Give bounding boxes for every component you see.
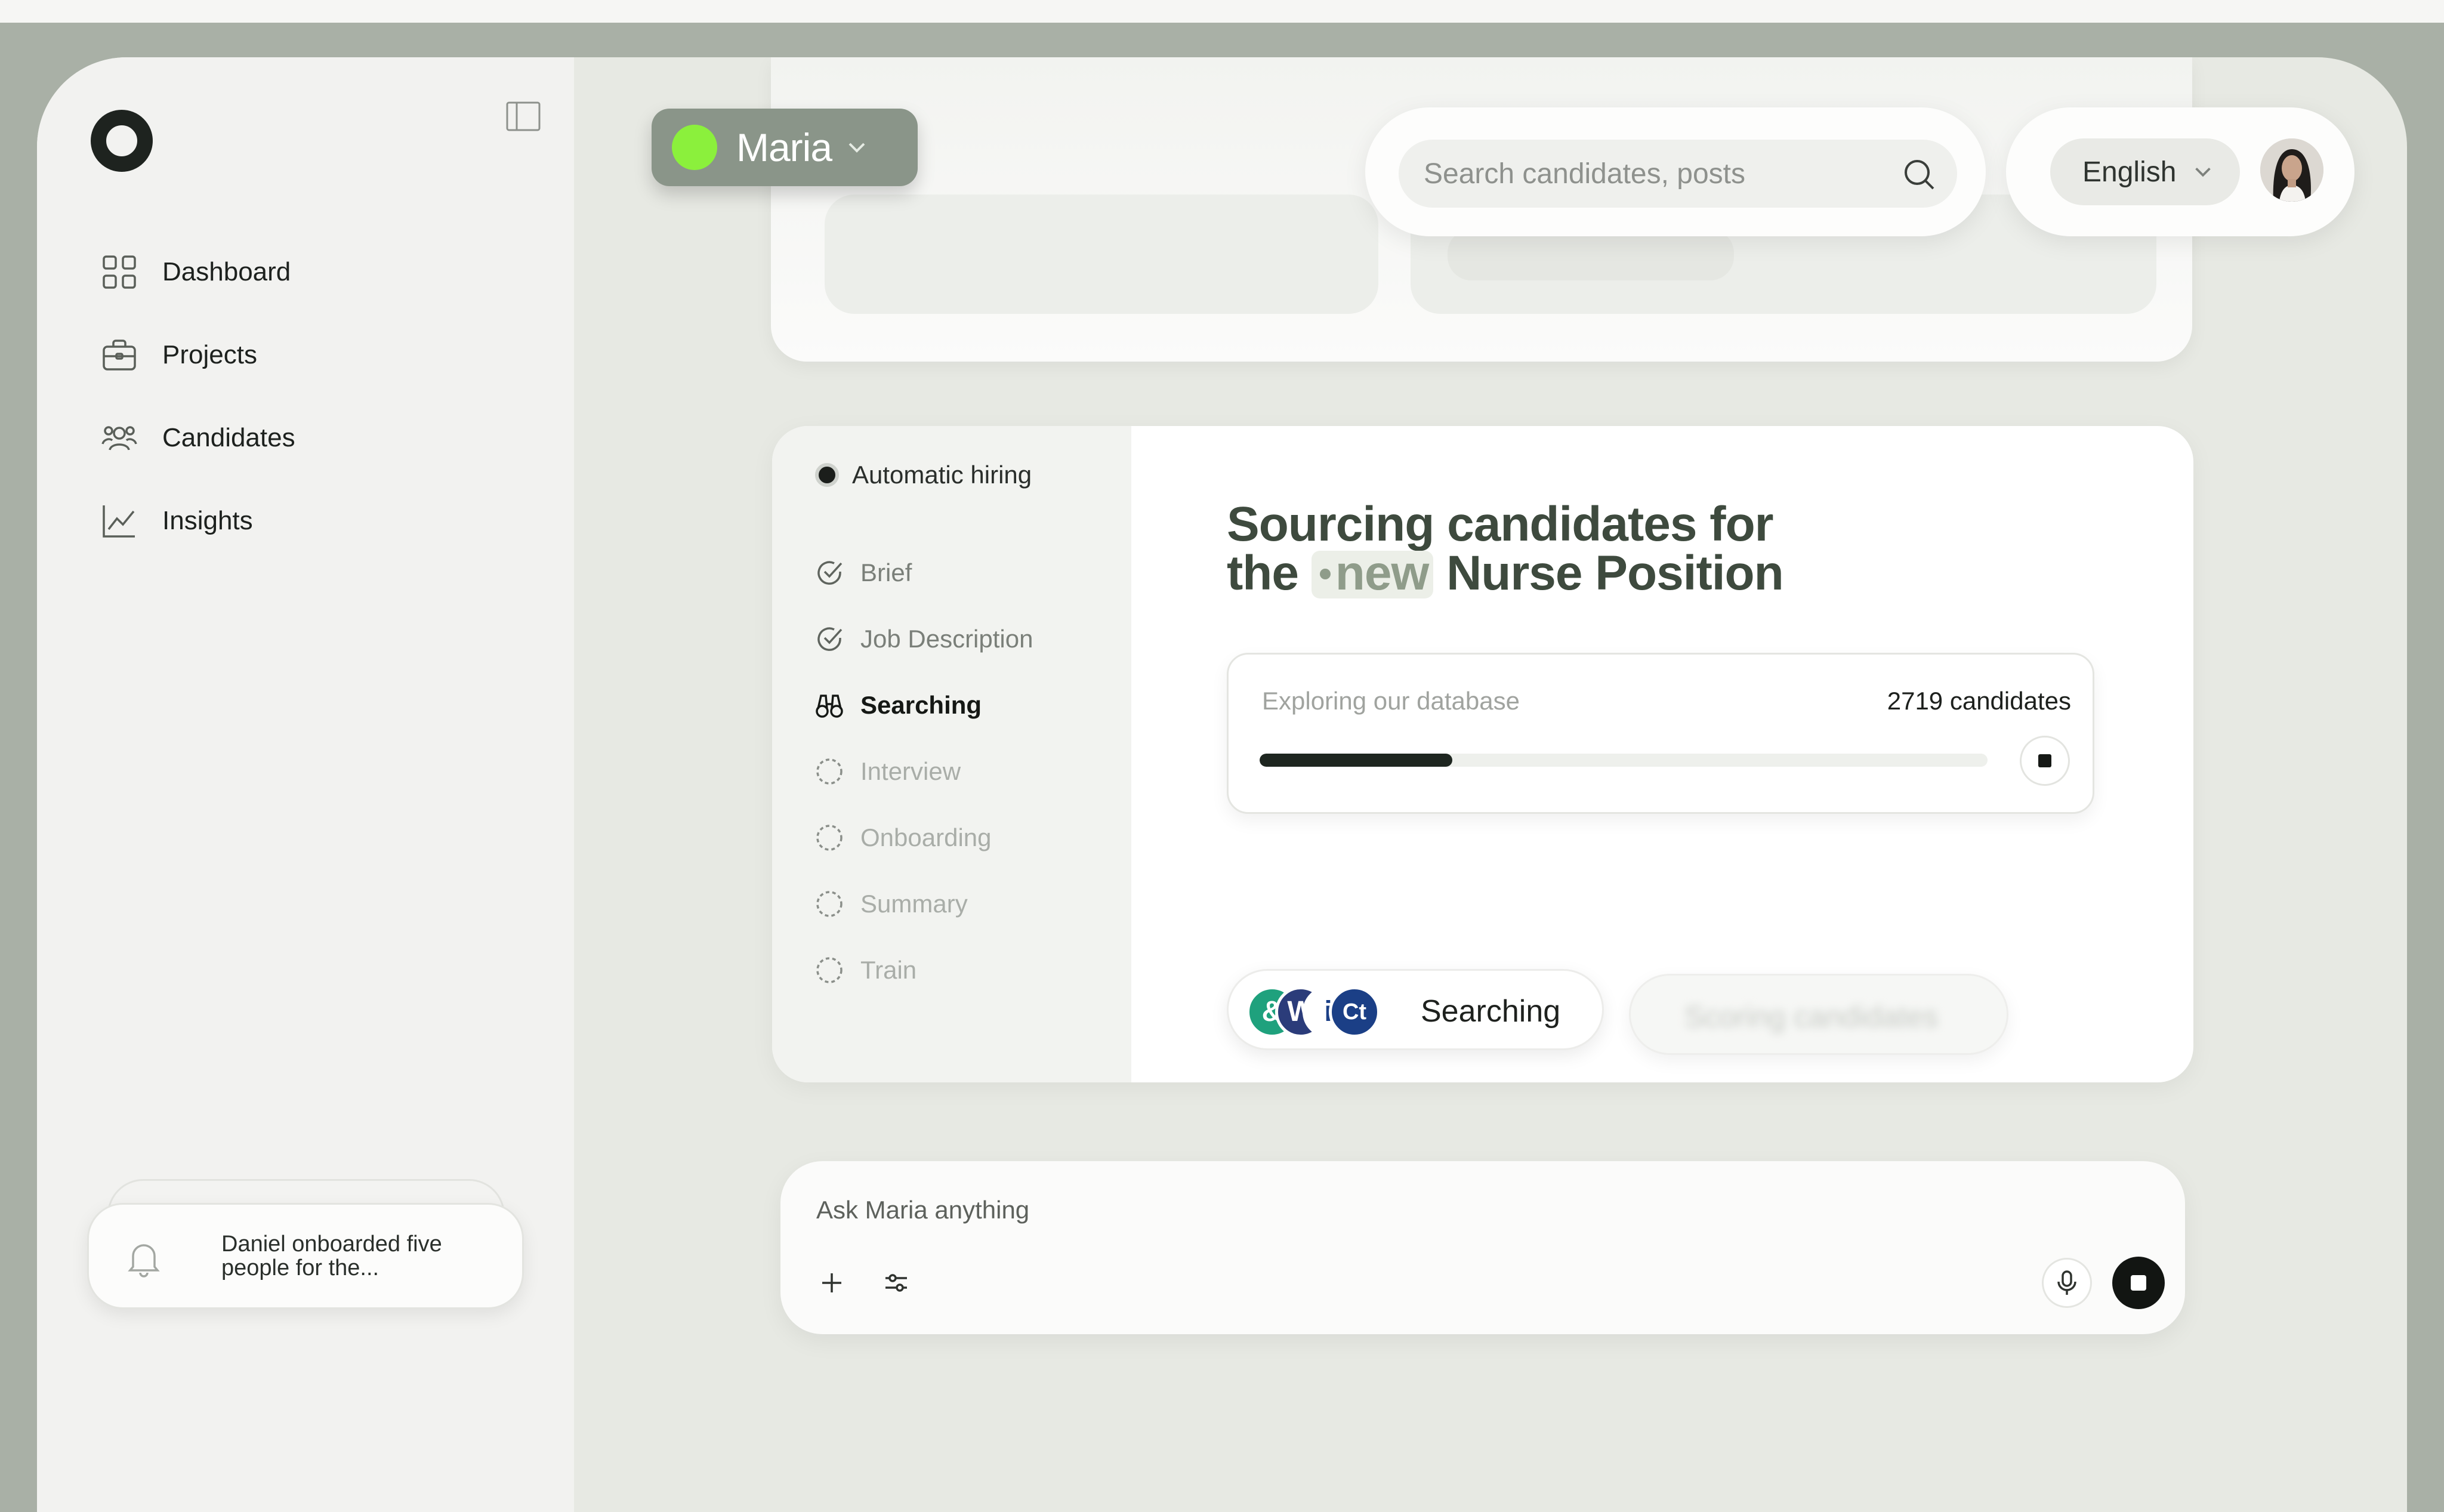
step-label: Brief: [860, 558, 912, 587]
language-label: English: [2082, 156, 2177, 188]
search-input[interactable]: [1399, 140, 1957, 208]
plus-icon[interactable]: [815, 1266, 848, 1300]
chevron-down-icon: [2195, 167, 2211, 177]
sidebar-item-dashboard[interactable]: Dashboard: [101, 230, 295, 313]
step-brief[interactable]: Brief: [815, 539, 1033, 606]
chat-input[interactable]: [816, 1191, 1890, 1229]
sidebar: Dashboard Projects Candidates Insights D…: [37, 57, 574, 1512]
sidebar-item-candidates[interactable]: Candidates: [101, 396, 295, 479]
notification-text: Daniel onboarded five people for the...: [221, 1232, 442, 1280]
sidebar-item-label: Insights: [162, 505, 253, 535]
step-label: Onboarding: [860, 823, 992, 851]
check-circle-icon: [817, 560, 843, 585]
status-pill-next: Scoring candidates: [1629, 974, 2008, 1055]
step-list: Brief Job Description Searching Intervie…: [815, 539, 1033, 1003]
step-train[interactable]: Train: [815, 937, 1033, 1003]
binoculars-icon: [816, 694, 843, 718]
next-status-label: Scoring candidates: [1684, 1000, 1939, 1033]
agent-status-dot: [672, 125, 717, 170]
window-top-strip: [0, 0, 2444, 23]
stop-icon: [2131, 1275, 2146, 1291]
new-tag-dot: [1319, 569, 1331, 580]
sidebar-item-label: Dashboard: [162, 257, 291, 286]
step-searching[interactable]: Searching: [815, 672, 1033, 738]
workflow-title: Automatic hiring: [815, 461, 1032, 489]
stop-search-button[interactable]: [2020, 736, 2070, 786]
microphone-icon: [2057, 1270, 2076, 1295]
step-job-description[interactable]: Job Description: [815, 606, 1033, 672]
ghost-chip: [1448, 229, 1734, 280]
sliders-icon[interactable]: [880, 1266, 913, 1300]
user-portrait-icon: [2260, 138, 2323, 202]
workflow-title-label: Automatic hiring: [852, 461, 1032, 489]
dashed-circle-icon: [816, 890, 843, 917]
chart-icon: [103, 505, 135, 538]
headline-the: the: [1227, 546, 1299, 600]
candidate-count: 2719 candidates: [1887, 687, 2071, 715]
workflow-steps-panel: Automatic hiring Brief Job Description S…: [772, 426, 1131, 1082]
briefcase-icon: [103, 339, 136, 371]
agent-selector[interactable]: Maria: [652, 109, 918, 186]
sidebar-item-projects[interactable]: Projects: [101, 313, 295, 396]
ghost-panel: [825, 195, 1378, 314]
sidebar-toggle-icon[interactable]: [506, 101, 541, 131]
chevron-down-icon: [848, 143, 865, 153]
bell-icon: [128, 1244, 160, 1278]
app-logo[interactable]: [91, 110, 153, 172]
headline-part1: Sourcing candidates for: [1227, 497, 1774, 551]
microphone-button[interactable]: [2042, 1258, 2092, 1308]
chat-composer: [780, 1161, 2185, 1334]
new-tag-label: new: [1335, 546, 1429, 600]
headline-part2: Nurse Position: [1446, 546, 1784, 600]
status-pill-searching[interactable]: & W i Ct Searching: [1227, 969, 1604, 1050]
dashed-circle-icon: [816, 758, 843, 785]
progress-card: Exploring our database 2719 candidates: [1227, 653, 2094, 814]
stop-generation-button[interactable]: [2112, 1257, 2165, 1309]
step-summary[interactable]: Summary: [815, 871, 1033, 937]
step-label: Train: [860, 955, 917, 984]
step-label: Summary: [860, 889, 968, 918]
agent-name: Maria: [736, 125, 832, 169]
sidebar-item-insights[interactable]: Insights: [101, 479, 295, 562]
avatar[interactable]: [2260, 138, 2323, 202]
step-onboarding[interactable]: Onboarding: [815, 804, 1033, 871]
status-label: Searching: [1421, 994, 1561, 1029]
app-window: Dashboard Projects Candidates Insights D…: [37, 57, 2407, 1512]
progress-bar-fill: [1260, 754, 1453, 767]
step-interview[interactable]: Interview: [815, 738, 1033, 804]
workflow-content: Sourcing candidates for the new Nurse Po…: [1131, 426, 2193, 1082]
step-label: Searching: [860, 690, 982, 719]
workflow-card: Automatic hiring Brief Job Description S…: [772, 426, 2193, 1082]
language-select[interactable]: English: [2050, 138, 2240, 205]
dashed-circle-icon: [816, 824, 843, 851]
check-circle-icon: [817, 627, 843, 651]
users-icon: [101, 425, 137, 450]
search-icon[interactable]: [1902, 158, 1936, 191]
account-container: English: [2006, 107, 2354, 236]
dashed-circle-icon: [816, 956, 843, 983]
notification-card[interactable]: Daniel onboarded five people for the...: [87, 1203, 524, 1309]
new-tag: new: [1311, 549, 1434, 598]
grid-icon: [103, 255, 136, 289]
page-title: Sourcing candidates for the new Nurse Po…: [1227, 500, 1883, 598]
progress-bar: [1260, 754, 1988, 767]
progress-label: Exploring our database: [1262, 687, 1520, 715]
sidebar-item-label: Projects: [162, 340, 257, 369]
source-logo-icon: Ct: [1329, 986, 1380, 1038]
sidebar-nav: Dashboard Projects Candidates Insights: [101, 230, 295, 562]
workflow-status-dot: [815, 463, 839, 487]
sidebar-item-label: Candidates: [162, 422, 295, 452]
step-label: Job Description: [860, 624, 1033, 653]
step-label: Interview: [860, 757, 961, 785]
search-container: [1365, 107, 1986, 236]
stop-icon: [2038, 754, 2051, 767]
